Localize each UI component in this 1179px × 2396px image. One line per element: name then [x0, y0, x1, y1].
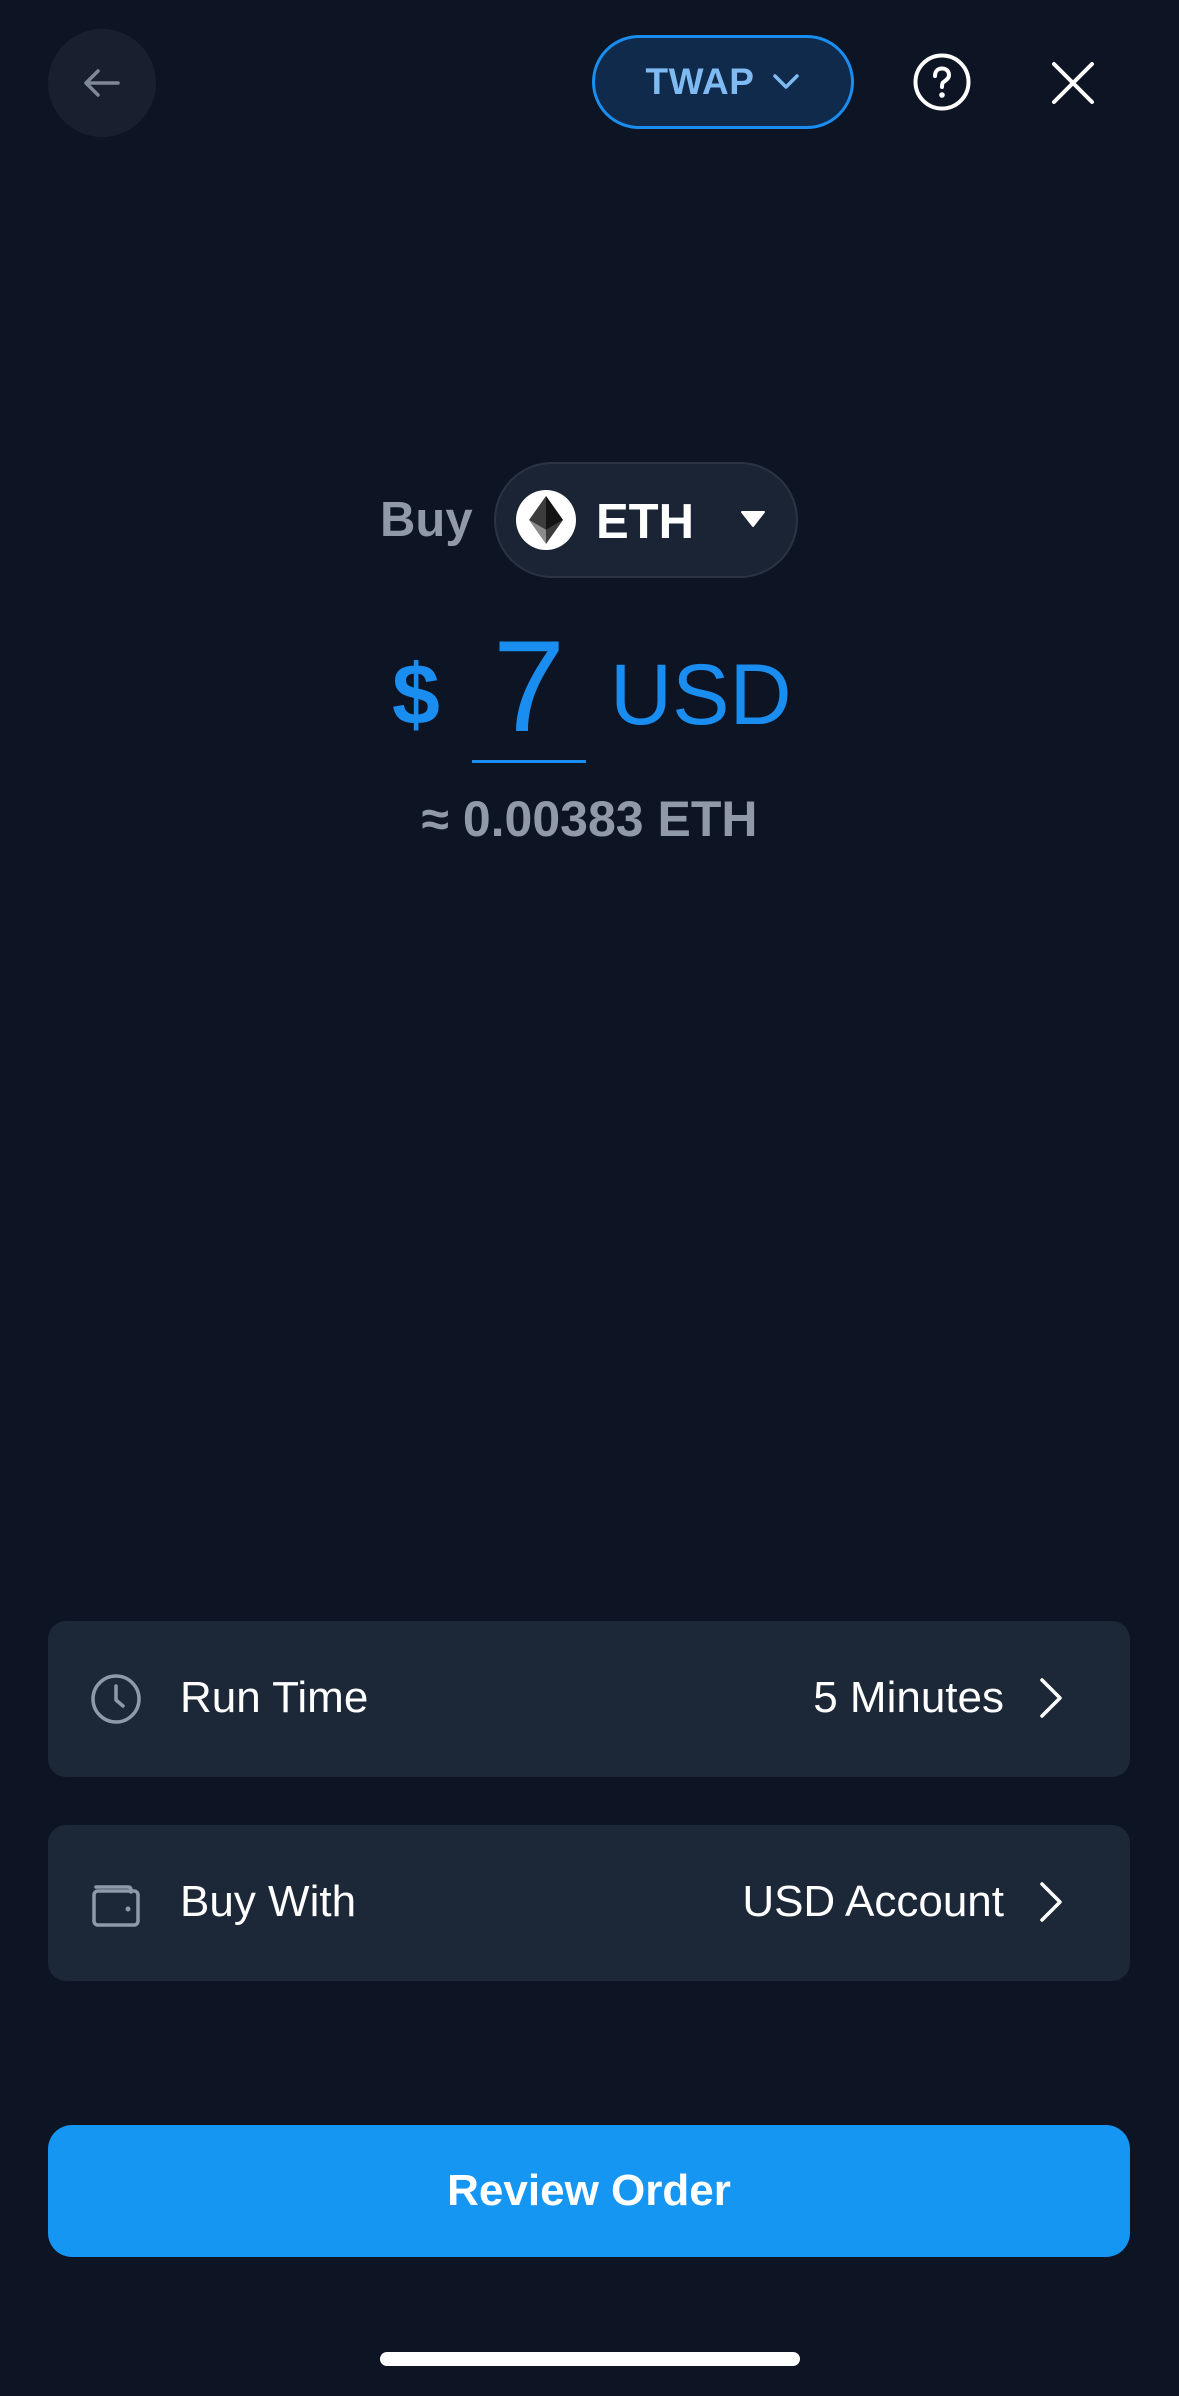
currency-code: USD — [610, 647, 792, 743]
chevron-right-icon — [1040, 1678, 1062, 1718]
run-time-row[interactable]: Run Time 5 Minutes — [48, 1621, 1130, 1777]
buy-screen: TWAP Buy ETH $ 7 USD ≈ 0.00383 ETH Run T… — [0, 0, 1179, 2396]
currency-symbol: $ — [392, 647, 440, 743]
review-order-button[interactable]: Review Order — [48, 2125, 1130, 2257]
back-button[interactable] — [48, 29, 156, 137]
question-circle-icon[interactable] — [912, 52, 972, 112]
caret-down-icon — [741, 511, 765, 527]
asset-selector[interactable]: ETH — [494, 462, 798, 578]
buy-with-value: USD Account — [742, 1877, 1004, 1926]
clock-icon — [91, 1674, 141, 1724]
order-type-dropdown[interactable]: TWAP — [592, 35, 854, 129]
chevron-down-icon — [773, 74, 800, 89]
chevron-right-icon — [1040, 1882, 1062, 1922]
arrow-left-icon — [84, 69, 120, 97]
amount-row: $ 7 USD — [0, 620, 1179, 770]
asset-name: ETH — [596, 495, 694, 549]
amount-input[interactable]: 7 — [472, 620, 586, 763]
buy-with-label: Buy With — [180, 1877, 357, 1926]
ethereum-logo-icon — [516, 490, 576, 550]
buy-label: Buy — [380, 493, 473, 547]
close-icon[interactable] — [1050, 60, 1096, 106]
order-type-label: TWAP — [645, 61, 755, 102]
run-time-value: 5 Minutes — [813, 1673, 1004, 1722]
buy-with-row[interactable]: Buy With USD Account — [48, 1825, 1130, 1981]
run-time-label: Run Time — [180, 1673, 369, 1722]
conversion-estimate: ≈ 0.00383 ETH — [421, 791, 758, 847]
wallet-icon — [92, 1885, 140, 1927]
home-indicator[interactable] — [380, 2352, 800, 2366]
